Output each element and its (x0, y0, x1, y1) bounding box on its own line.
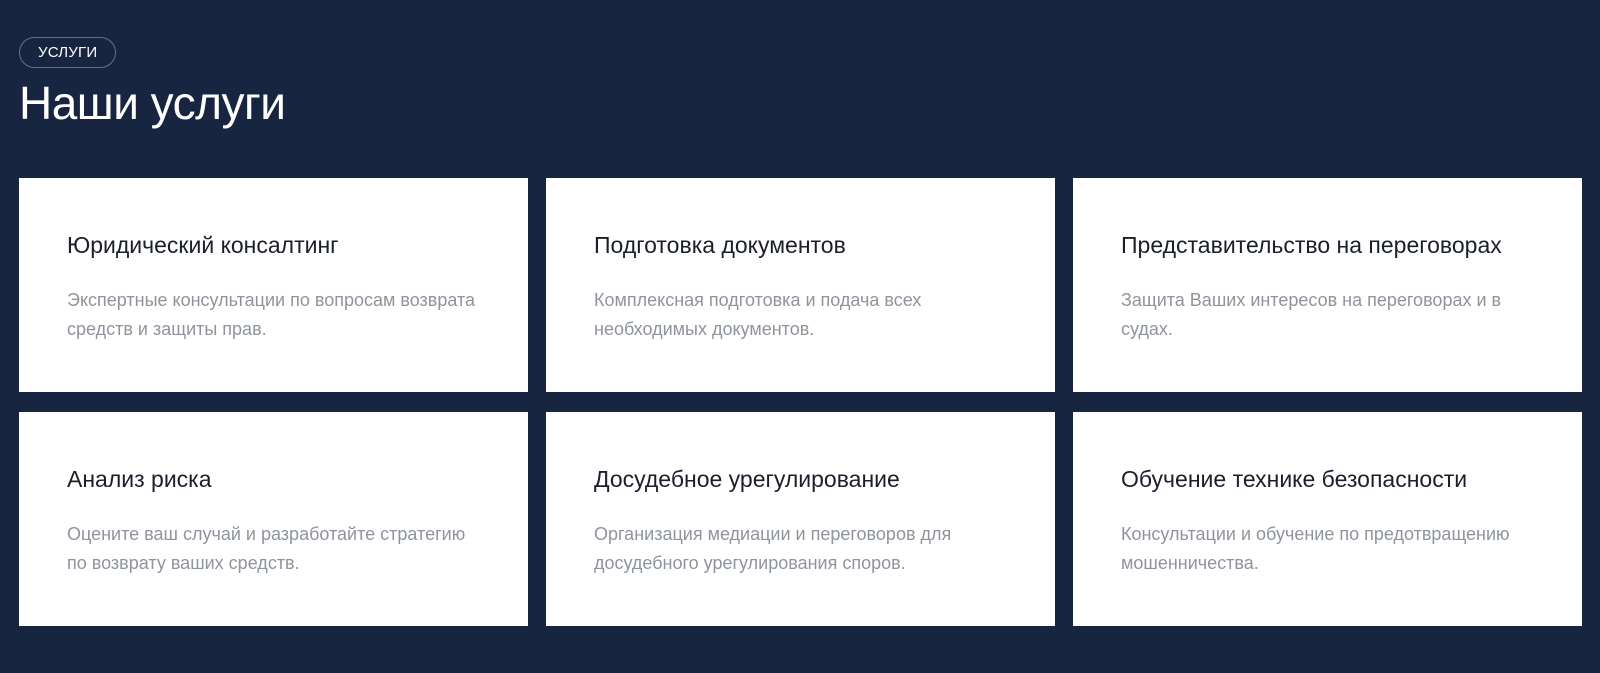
service-card-title: Подготовка документов (594, 232, 846, 258)
service-card: Представительство на переговорах Защита … (1073, 178, 1582, 392)
service-card-title: Обучение технике безопасности (1121, 466, 1468, 492)
service-card-title: Представительство на переговорах (1121, 232, 1502, 258)
service-card-title: Юридический консалтинг (67, 232, 339, 258)
service-card: Анализ риска Оцените ваш случай и разраб… (19, 412, 528, 626)
service-card: Обучение технике безопасности Консультац… (1073, 412, 1582, 626)
service-card-description: Комплексная подготовка и подача всех нео… (594, 290, 922, 339)
section-tag: УСЛУГИ (19, 37, 117, 68)
service-card-title: Досудебное урегулирование (594, 466, 900, 492)
services-grid: Юридический консалтинг Экспертные консул… (19, 178, 1582, 626)
service-card-description: Организация медиации и переговоров для д… (594, 524, 952, 573)
service-card-title: Анализ риска (67, 466, 212, 492)
service-card-description: Защита Ваших интересов на переговорах и … (1121, 290, 1502, 339)
service-card-description: Оцените ваш случай и разработайте страте… (67, 524, 466, 573)
services-section-header: УСЛУГИ Наши услуги (19, 37, 1583, 132)
service-card-description: Консультации и обучение по предотвращени… (1121, 524, 1510, 573)
service-card-description: Экспертные консультации по вопросам возв… (67, 290, 476, 339)
service-card: Юридический консалтинг Экспертные консул… (19, 178, 528, 392)
page-title: Наши услуги (19, 77, 286, 129)
service-card: Досудебное урегулирование Организация ме… (546, 412, 1055, 626)
service-card: Подготовка документов Комплексная подгот… (546, 178, 1055, 392)
